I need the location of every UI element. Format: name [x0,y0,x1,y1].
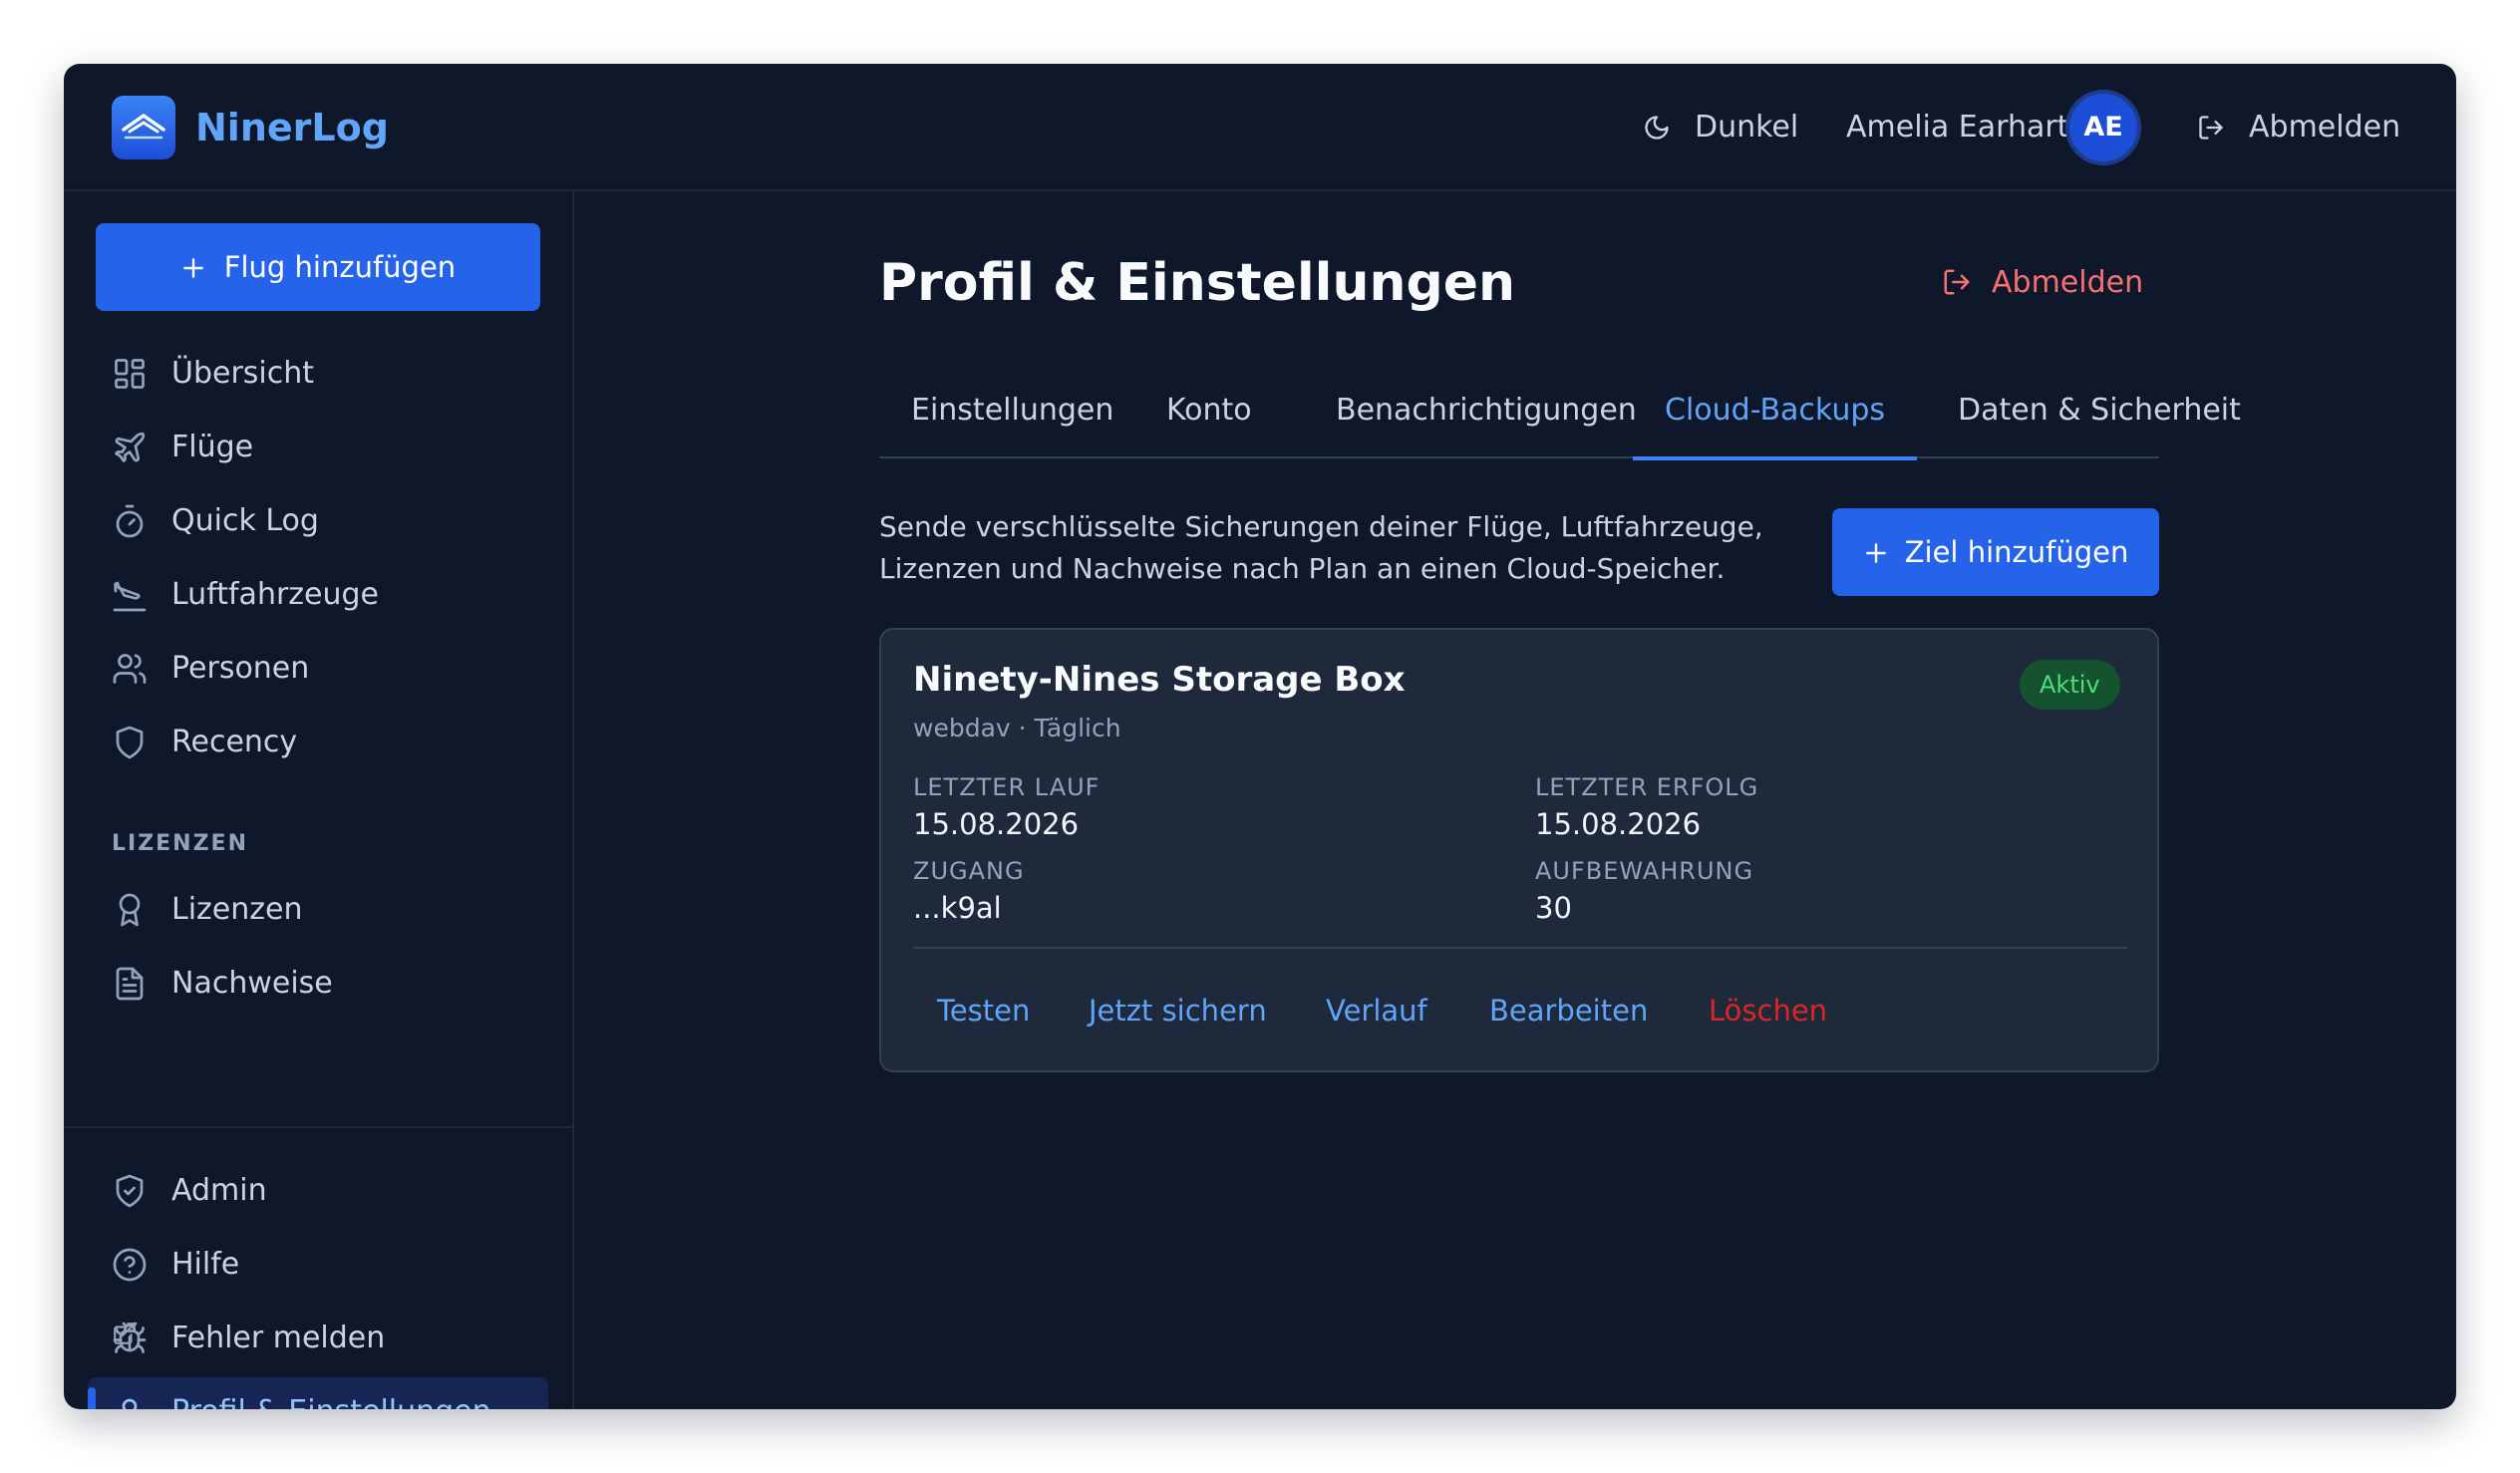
avatar[interactable]: AE [2065,90,2141,165]
settings-tabs: Einstellungen Konto Benachrichtigungen C… [879,371,2241,460]
sidebar-item-label: Personen [171,651,310,686]
sidebar-item-personen[interactable]: Personen [88,634,548,704]
shield-icon [116,726,144,759]
sidebar-item-fehler-melden[interactable]: Fehler melden [88,1304,548,1373]
plane-icon [115,432,146,462]
sidebar-item-nachweise[interactable]: Nachweise [88,949,548,1019]
sidebar-divider [64,1126,572,1128]
app-logo-icon[interactable] [112,96,175,159]
users-icon [113,654,147,684]
add-flight-label: Flug hinzufügen [223,250,457,284]
sidebar: Flug hinzufügen Übersicht Flüge Quick Lo… [64,191,574,1409]
test-button[interactable]: Testen [937,981,1030,1040]
plus-icon [182,258,203,278]
field-label-retention: AUFBEWAHRUNG [1535,857,1754,885]
sidebar-item-label: Admin [171,1173,267,1208]
add-target-button[interactable]: Ziel hinzufügen [1832,508,2159,596]
logout-label: Abmelden [2249,110,2401,145]
tab-daten-sicherheit[interactable]: Daten & Sicherheit [1926,371,2273,458]
plus-icon [1865,543,1886,563]
sidebar-item-quick-log[interactable]: Quick Log [88,486,548,556]
user-name: Amelia Earhart [1846,110,2069,145]
logout-button-header[interactable]: Abmelden [2197,100,2400,155]
field-label-last-success: LETZTER ERFOLG [1535,773,1759,801]
sidebar-item-luftfahrzeuge[interactable]: Luftfahrzeuge [88,560,548,630]
sidebar-item-label: Quick Log [171,503,319,538]
help-icon [113,1248,147,1282]
theme-label: Dunkel [1695,110,1799,145]
document-icon [116,967,144,1001]
dashboard-icon [115,359,145,389]
sidebar-item-admin[interactable]: Admin [88,1156,548,1226]
card-divider [913,947,2127,949]
sidebar-item-lizenzen[interactable]: Lizenzen [88,875,548,945]
app-name[interactable]: NinerLog [195,100,389,155]
backup-target-meta: webdav · Täglich [913,714,1121,742]
tab-cloud-backups[interactable]: Cloud-Backups [1633,371,1918,460]
sidebar-item-label: Hilfe [171,1247,240,1282]
logout-button-main[interactable]: Abmelden [1942,253,2143,313]
sidebar-item-fluege[interactable]: Flüge [88,413,548,482]
field-value-retention: 30 [1535,891,1572,925]
field-value-access: ...k9al [913,891,1002,925]
backup-target-card: Ninety-Nines Storage Box webdav · Täglic… [879,628,2159,1072]
logout-label: Abmelden [1992,265,2144,300]
backup-now-button[interactable]: Jetzt sichern [1089,981,1267,1040]
sidebar-item-label: Lizenzen [171,892,303,927]
external-link-icon [114,1323,136,1344]
edit-button[interactable]: Bearbeiten [1489,981,1648,1040]
field-value-last-success: 15.08.2026 [1535,807,1702,841]
stopwatch-icon [116,504,144,538]
top-header: NinerLog Dunkel Amelia Earhart AE Abmeld… [64,64,2456,191]
section-label-lizenzen: LIZENZEN [112,831,248,856]
field-value-last-run: 15.08.2026 [913,807,1080,841]
sidebar-item-recency[interactable]: Recency [88,708,548,777]
field-label-access: ZUGANG [913,857,1025,885]
tab-einstellungen[interactable]: Einstellungen [879,371,1145,458]
status-badge: Aktiv [2020,660,2120,710]
sidebar-item-label: Luftfahrzeuge [171,577,380,612]
sidebar-item-label: Nachweise [171,966,333,1001]
backups-description: Sende verschlüsselte Sicherungen deiner … [879,510,1763,585]
history-button[interactable]: Verlauf [1326,981,1427,1040]
plane-landing-icon [113,581,147,612]
logout-icon [2199,116,2223,140]
sidebar-item-label: Profil & Einstellungen [171,1394,491,1409]
sidebar-item-uebersicht[interactable]: Übersicht [88,339,548,409]
backup-target-name: Ninety-Nines Storage Box [913,660,1406,700]
add-flight-button[interactable]: Flug hinzufügen [96,223,540,311]
shield-check-icon [116,1174,144,1208]
logout-icon [1944,269,1970,295]
tab-konto[interactable]: Konto [1134,371,1284,458]
sidebar-item-hilfe[interactable]: Hilfe [88,1230,548,1300]
moon-icon [1645,116,1669,140]
tab-benachrichtigungen[interactable]: Benachrichtigungen [1304,371,1669,458]
sidebar-item-profil-einstellungen[interactable]: Profil & Einstellungen [88,1377,548,1409]
sidebar-item-label: Flüge [171,430,254,464]
theme-toggle[interactable]: Dunkel [1643,100,1798,155]
sidebar-item-label: Übersicht [171,356,315,391]
field-label-last-run: LETZTER LAUF [913,773,1101,801]
sidebar-item-label: Fehler melden [171,1321,386,1355]
delete-button[interactable]: Löschen [1709,981,1827,1040]
add-target-label: Ziel hinzufügen [1904,535,2129,569]
sidebar-item-label: Recency [171,725,298,759]
user-icon [122,1398,138,1409]
page-title: Profil & Einstellungen [879,253,1516,313]
award-icon [119,893,141,927]
app-window: NinerLog Dunkel Amelia Earhart AE Abmeld… [64,64,2456,1409]
